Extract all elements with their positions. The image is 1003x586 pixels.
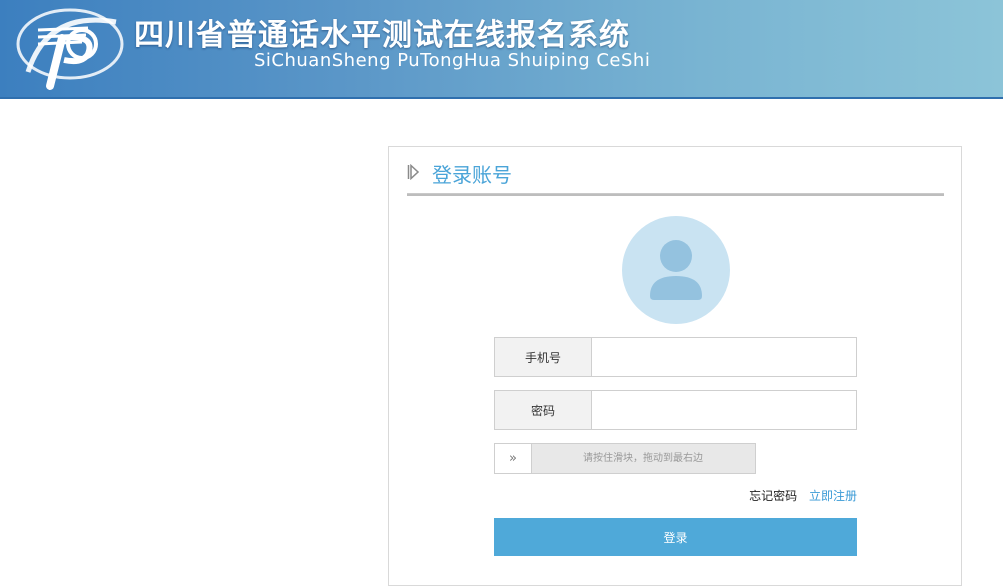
- site-logo-icon: [16, 8, 124, 90]
- login-button[interactable]: 登录: [494, 518, 857, 556]
- auth-links: 忘记密码 立即注册: [749, 487, 857, 504]
- register-link[interactable]: 立即注册: [809, 489, 857, 503]
- slider-captcha: » 请按住滑块，拖动到最右边: [494, 443, 756, 474]
- site-subtitle: SiChuanSheng PuTongHua Shuiping CeShi: [254, 50, 651, 71]
- phone-field: 手机号: [494, 337, 857, 377]
- phone-label: 手机号: [495, 338, 592, 376]
- slider-handle[interactable]: »: [495, 444, 532, 473]
- login-panel: 登录账号 手机号 密码 » 请按住滑块，拖动到最右边 忘记密码 立即注册 登录: [388, 146, 962, 586]
- site-title: 四川省普通话水平测试在线报名系统: [134, 18, 630, 53]
- password-label: 密码: [495, 391, 592, 429]
- header-divider: [0, 97, 1003, 99]
- forgot-password-link[interactable]: 忘记密码: [749, 489, 797, 503]
- phone-input[interactable]: [592, 338, 856, 376]
- login-title: 登录账号: [432, 163, 512, 187]
- password-input[interactable]: [592, 391, 856, 429]
- site-header: 四川省普通话水平测试在线报名系统 SiChuanSheng PuTongHua …: [0, 0, 1003, 97]
- user-avatar-icon: [622, 216, 730, 324]
- slider-hint: 请按住滑块，拖动到最右边: [583, 453, 703, 464]
- password-field: 密码: [494, 390, 857, 430]
- triangle-marker-icon: [407, 164, 419, 180]
- title-divider: [407, 193, 944, 196]
